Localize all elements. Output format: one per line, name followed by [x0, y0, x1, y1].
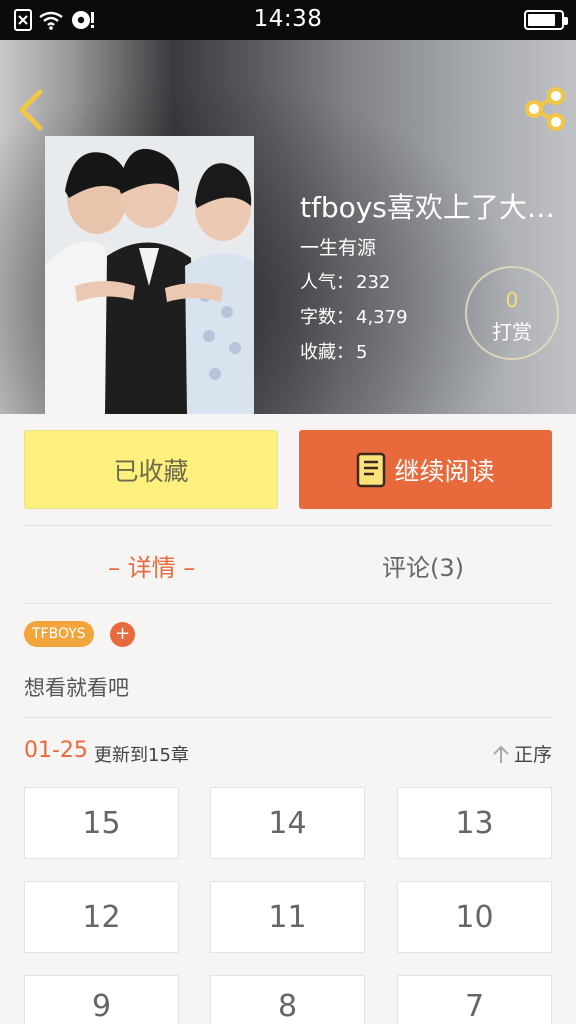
divider — [24, 603, 552, 604]
chapter-button[interactable]: 14 — [210, 787, 365, 859]
book-icon — [357, 452, 386, 487]
sort-arrow-icon — [493, 745, 509, 763]
book-description: 想看就看吧 — [24, 676, 129, 700]
share-icon[interactable] — [522, 86, 568, 132]
update-text: 更新到15章 — [94, 745, 189, 766]
divider — [24, 525, 552, 526]
chapter-button[interactable]: 11 — [210, 881, 365, 953]
favorited-label: 已收藏 — [113, 456, 189, 486]
continue-reading-button[interactable]: 继续阅读 — [299, 430, 552, 509]
popularity-label: 人气： — [300, 272, 354, 293]
tab-detail[interactable]: – 详情 – — [108, 548, 195, 583]
favorites-label: 收藏： — [300, 342, 354, 363]
sort-label: 正序 — [513, 744, 552, 766]
chapter-button[interactable]: 12 — [24, 881, 179, 953]
divider — [24, 717, 552, 718]
chapter-button[interactable]: 8 — [210, 975, 365, 1024]
continue-reading-label: 继续阅读 — [394, 456, 495, 486]
update-date: 01-25 — [24, 738, 88, 763]
tip-button[interactable]: 0 打赏 — [465, 266, 559, 360]
chapter-button[interactable]: 9 — [24, 975, 179, 1024]
add-tag-button[interactable]: + — [110, 622, 135, 647]
book-header: tfboys喜欢上了大小… 一生有源 人气： 232 字数： 4,379 收藏： 5 … — [0, 40, 576, 414]
tip-count: 0 — [505, 288, 519, 312]
battery-nub — [564, 17, 568, 25]
book-cover[interactable] — [45, 136, 254, 414]
word-count-label: 字数： — [300, 307, 354, 328]
cover-illustration — [45, 136, 254, 414]
chapter-button[interactable]: 15 — [24, 787, 179, 859]
word-count-value: 4,379 — [356, 307, 408, 328]
chapter-button[interactable]: 10 — [397, 881, 552, 953]
sort-button[interactable]: 正序 — [492, 740, 552, 767]
popularity-value: 232 — [356, 272, 391, 293]
favorited-button[interactable]: 已收藏 — [24, 430, 278, 509]
book-title: tfboys喜欢上了大小… — [300, 191, 576, 224]
tag-chip[interactable]: TFBOYS — [24, 621, 94, 647]
status-bar: 14:38 — [0, 0, 576, 40]
back-icon[interactable] — [14, 88, 48, 132]
book-author[interactable]: 一生有源 — [300, 233, 376, 260]
status-time: 14:38 — [253, 6, 323, 32]
word-count-stat: 字数： 4,379 — [300, 303, 408, 329]
tip-label: 打赏 — [492, 320, 532, 344]
chapter-button[interactable]: 7 — [397, 975, 552, 1024]
popularity-stat: 人气： 232 — [300, 268, 390, 294]
battery-fill — [528, 14, 555, 26]
battery-icon — [524, 10, 568, 30]
favorites-value: 5 — [356, 342, 368, 363]
favorites-stat: 收藏： 5 — [300, 338, 367, 364]
tab-comments[interactable]: 评论(3) — [382, 548, 464, 583]
chapter-button[interactable]: 13 — [397, 787, 552, 859]
book-detail-screen: { "status_bar": { "time": "14:38", "batt… — [0, 0, 576, 1024]
